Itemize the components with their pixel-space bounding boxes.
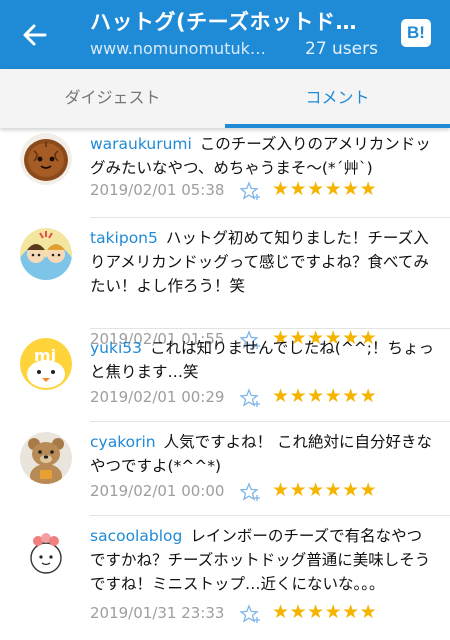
comment-username[interactable]: takipon5 <box>90 229 158 247</box>
comment-username[interactable]: waraukurumi <box>90 135 192 153</box>
add-star-icon[interactable] <box>240 604 262 624</box>
divider <box>90 421 450 422</box>
avatar[interactable] <box>20 432 72 484</box>
svg-text:mi: mi <box>34 346 56 365</box>
active-tab-indicator <box>225 124 450 128</box>
star-rating: ★★★★★★ <box>272 479 378 501</box>
star-rating: ★★★★★★ <box>272 601 378 623</box>
comment-date: 2019/01/31 23:33 <box>90 604 225 622</box>
comment-text: cyakorin 人気ですよね！ これ絶対に自分好きなやつですよ(*^^*) <box>90 430 435 478</box>
comment-text: sacoolablog レインボーのチーズで有名なやつですかね？チーズホットドッグ… <box>90 524 435 596</box>
comment-date: 2019/02/01 00:29 <box>90 388 225 406</box>
star-rating: ★★★★★★ <box>272 385 378 407</box>
add-star-icon[interactable] <box>240 388 262 408</box>
add-star-icon[interactable] <box>240 482 262 502</box>
comment-date: 2019/02/01 05:38 <box>90 181 225 199</box>
back-arrow-icon[interactable] <box>20 20 50 50</box>
avatar[interactable]: mi <box>20 338 72 390</box>
app-bar: ハットグ(チーズホットド… www.nomunomutuk… 27 users … <box>0 0 450 69</box>
tab-comments[interactable]: コメント <box>225 69 450 128</box>
add-star-icon[interactable] <box>240 181 262 201</box>
page-url: www.nomunomutuk… <box>90 39 266 58</box>
comment-list[interactable]: waraukurumi このチーズ入りのアメリカンドッグみたいなやつ、めちゃうまそ… <box>0 128 450 640</box>
comment-text: yuki53 これは知りませんでしたね(^^;！ちょっと焦ります…笑 <box>90 336 435 384</box>
avatar[interactable] <box>20 228 72 280</box>
divider <box>90 328 450 329</box>
comment-username[interactable]: cyakorin <box>90 433 156 451</box>
comment-username[interactable]: yuki53 <box>90 339 142 357</box>
bookmark-user-count: 27 users <box>305 39 378 59</box>
avatar[interactable] <box>20 133 72 185</box>
tab-bar: ダイジェスト コメント <box>0 69 450 128</box>
comment-text: takipon5 ハットグ初めて知りました！チーズ入りアメリカンドッグって感じです… <box>90 226 435 298</box>
star-rating: ★★★★★★ <box>272 178 378 200</box>
divider <box>90 515 450 516</box>
comment-date: 2019/02/01 00:00 <box>90 482 225 500</box>
avatar[interactable] <box>20 528 72 580</box>
comment-text: waraukurumi このチーズ入りのアメリカンドッグみたいなやつ、めちゃうまそ… <box>90 132 435 180</box>
hatena-bookmark-button[interactable]: B! <box>401 19 431 47</box>
page-title: ハットグ(チーズホットド… <box>90 10 358 34</box>
comment-username[interactable]: sacoolablog <box>90 527 182 545</box>
divider <box>90 217 450 218</box>
tab-digest[interactable]: ダイジェスト <box>0 69 225 128</box>
